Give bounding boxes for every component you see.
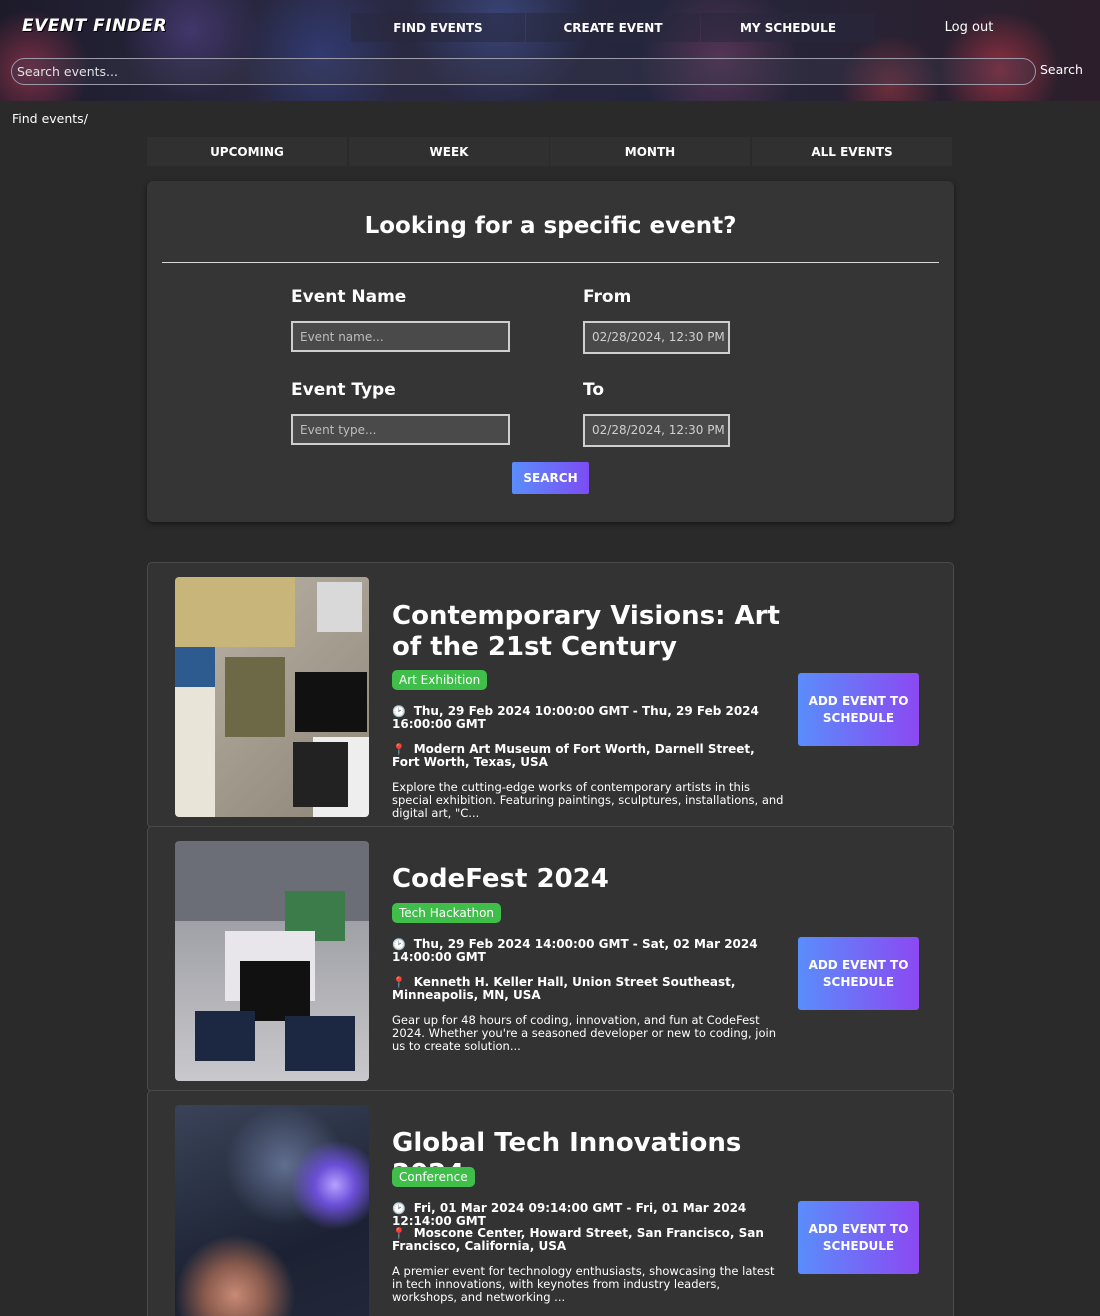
to-label: To [583,380,605,400]
event-description: Gear up for 48 hours of coding, innovati… [392,1013,776,1053]
event-description: A premier event for technology enthusias… [392,1264,775,1304]
event-name-field[interactable] [291,321,510,352]
header-banner: EVENT FINDER FIND EVENTS CREATE EVENT MY… [0,0,1100,101]
event-type-field[interactable] [291,414,510,445]
event-datetime: 🕑 Thu, 29 Feb 2024 10:00:00 GMT - Thu, 29… [392,705,780,731]
event-description: Explore the cutting-edge works of contem… [392,780,784,820]
event-title[interactable]: CodeFest 2024 [392,864,792,895]
add-to-schedule-button[interactable]: ADD EVENT TO SCHEDULE [798,937,919,1010]
event-datetime-text: Thu, 29 Feb 2024 14:00:00 GMT - Sat, 02 … [392,937,758,964]
event-location-text: Kenneth H. Keller Hall, Union Street Sou… [392,975,736,1002]
nav-my-schedule[interactable]: MY SCHEDULE [701,13,875,42]
search-input[interactable] [11,58,1036,85]
event-location: 📍 Modern Art Museum of Fort Worth, Darnel… [392,743,780,769]
event-location: 📍 Kenneth H. Keller Hall, Union Street So… [392,976,780,1002]
event-datetime: 🕑 Thu, 29 Feb 2024 14:00:00 GMT - Sat, 02… [392,938,780,964]
event-type-badge: Conference [392,1167,475,1187]
event-card: Contemporary Visions: Art of the 21st Ce… [147,562,954,828]
event-type-badge: Tech Hackathon [392,903,502,923]
search-button[interactable]: Search [1040,62,1083,77]
event-datetime: 🕑 Fri, 01 Mar 2024 09:14:00 GMT - Fri, 01… [392,1202,780,1228]
event-title[interactable]: Contemporary Visions: Art of the 21st Ce… [392,601,792,663]
event-image[interactable] [175,577,369,817]
nav-create-event[interactable]: CREATE EVENT [526,13,700,42]
nav-find-events[interactable]: FIND EVENTS [351,13,525,42]
from-date-field[interactable]: 02/28/2024, 12:30 PM [583,321,730,354]
tab-week[interactable]: WEEK [349,137,549,166]
logo[interactable]: EVENT FINDER [22,16,167,36]
breadcrumb[interactable]: Find events/ [12,111,88,126]
event-type-badge: Art Exhibition [392,670,488,690]
event-datetime-text: Fri, 01 Mar 2024 09:14:00 GMT - Fri, 01 … [392,1201,747,1228]
to-date-field[interactable]: 02/28/2024, 12:30 PM [583,414,730,447]
event-name-label: Event Name [291,287,407,307]
event-card: Global Tech Innovations 2024 Conference … [147,1090,954,1316]
search-panel: Looking for a specific event? Event Name… [147,181,954,522]
tab-upcoming[interactable]: UPCOMING [147,137,347,166]
panel-search-button[interactable]: SEARCH [512,462,589,494]
event-location-text: Moscone Center, Howard Street, San Franc… [392,1226,764,1253]
add-to-schedule-button[interactable]: ADD EVENT TO SCHEDULE [798,1201,919,1274]
event-image[interactable] [175,1105,369,1316]
add-to-schedule-button[interactable]: ADD EVENT TO SCHEDULE [798,673,919,746]
event-datetime-text: Thu, 29 Feb 2024 10:00:00 GMT - Thu, 29 … [392,704,759,731]
event-image[interactable] [175,841,369,1081]
search-panel-title: Looking for a specific event? [364,213,737,239]
from-label: From [583,287,632,307]
event-location: 📍 Moscone Center, Howard Street, San Fran… [392,1227,780,1253]
logout-link[interactable]: Log out [876,13,1062,42]
divider [162,262,939,263]
tab-all-events[interactable]: ALL EVENTS [752,137,952,166]
event-type-label: Event Type [291,380,396,400]
tab-month[interactable]: MONTH [550,137,750,166]
event-location-text: Modern Art Museum of Fort Worth, Darnell… [392,742,755,769]
event-card: CodeFest 2024 Tech Hackathon 🕑 Thu, 29 Fe… [147,826,954,1092]
